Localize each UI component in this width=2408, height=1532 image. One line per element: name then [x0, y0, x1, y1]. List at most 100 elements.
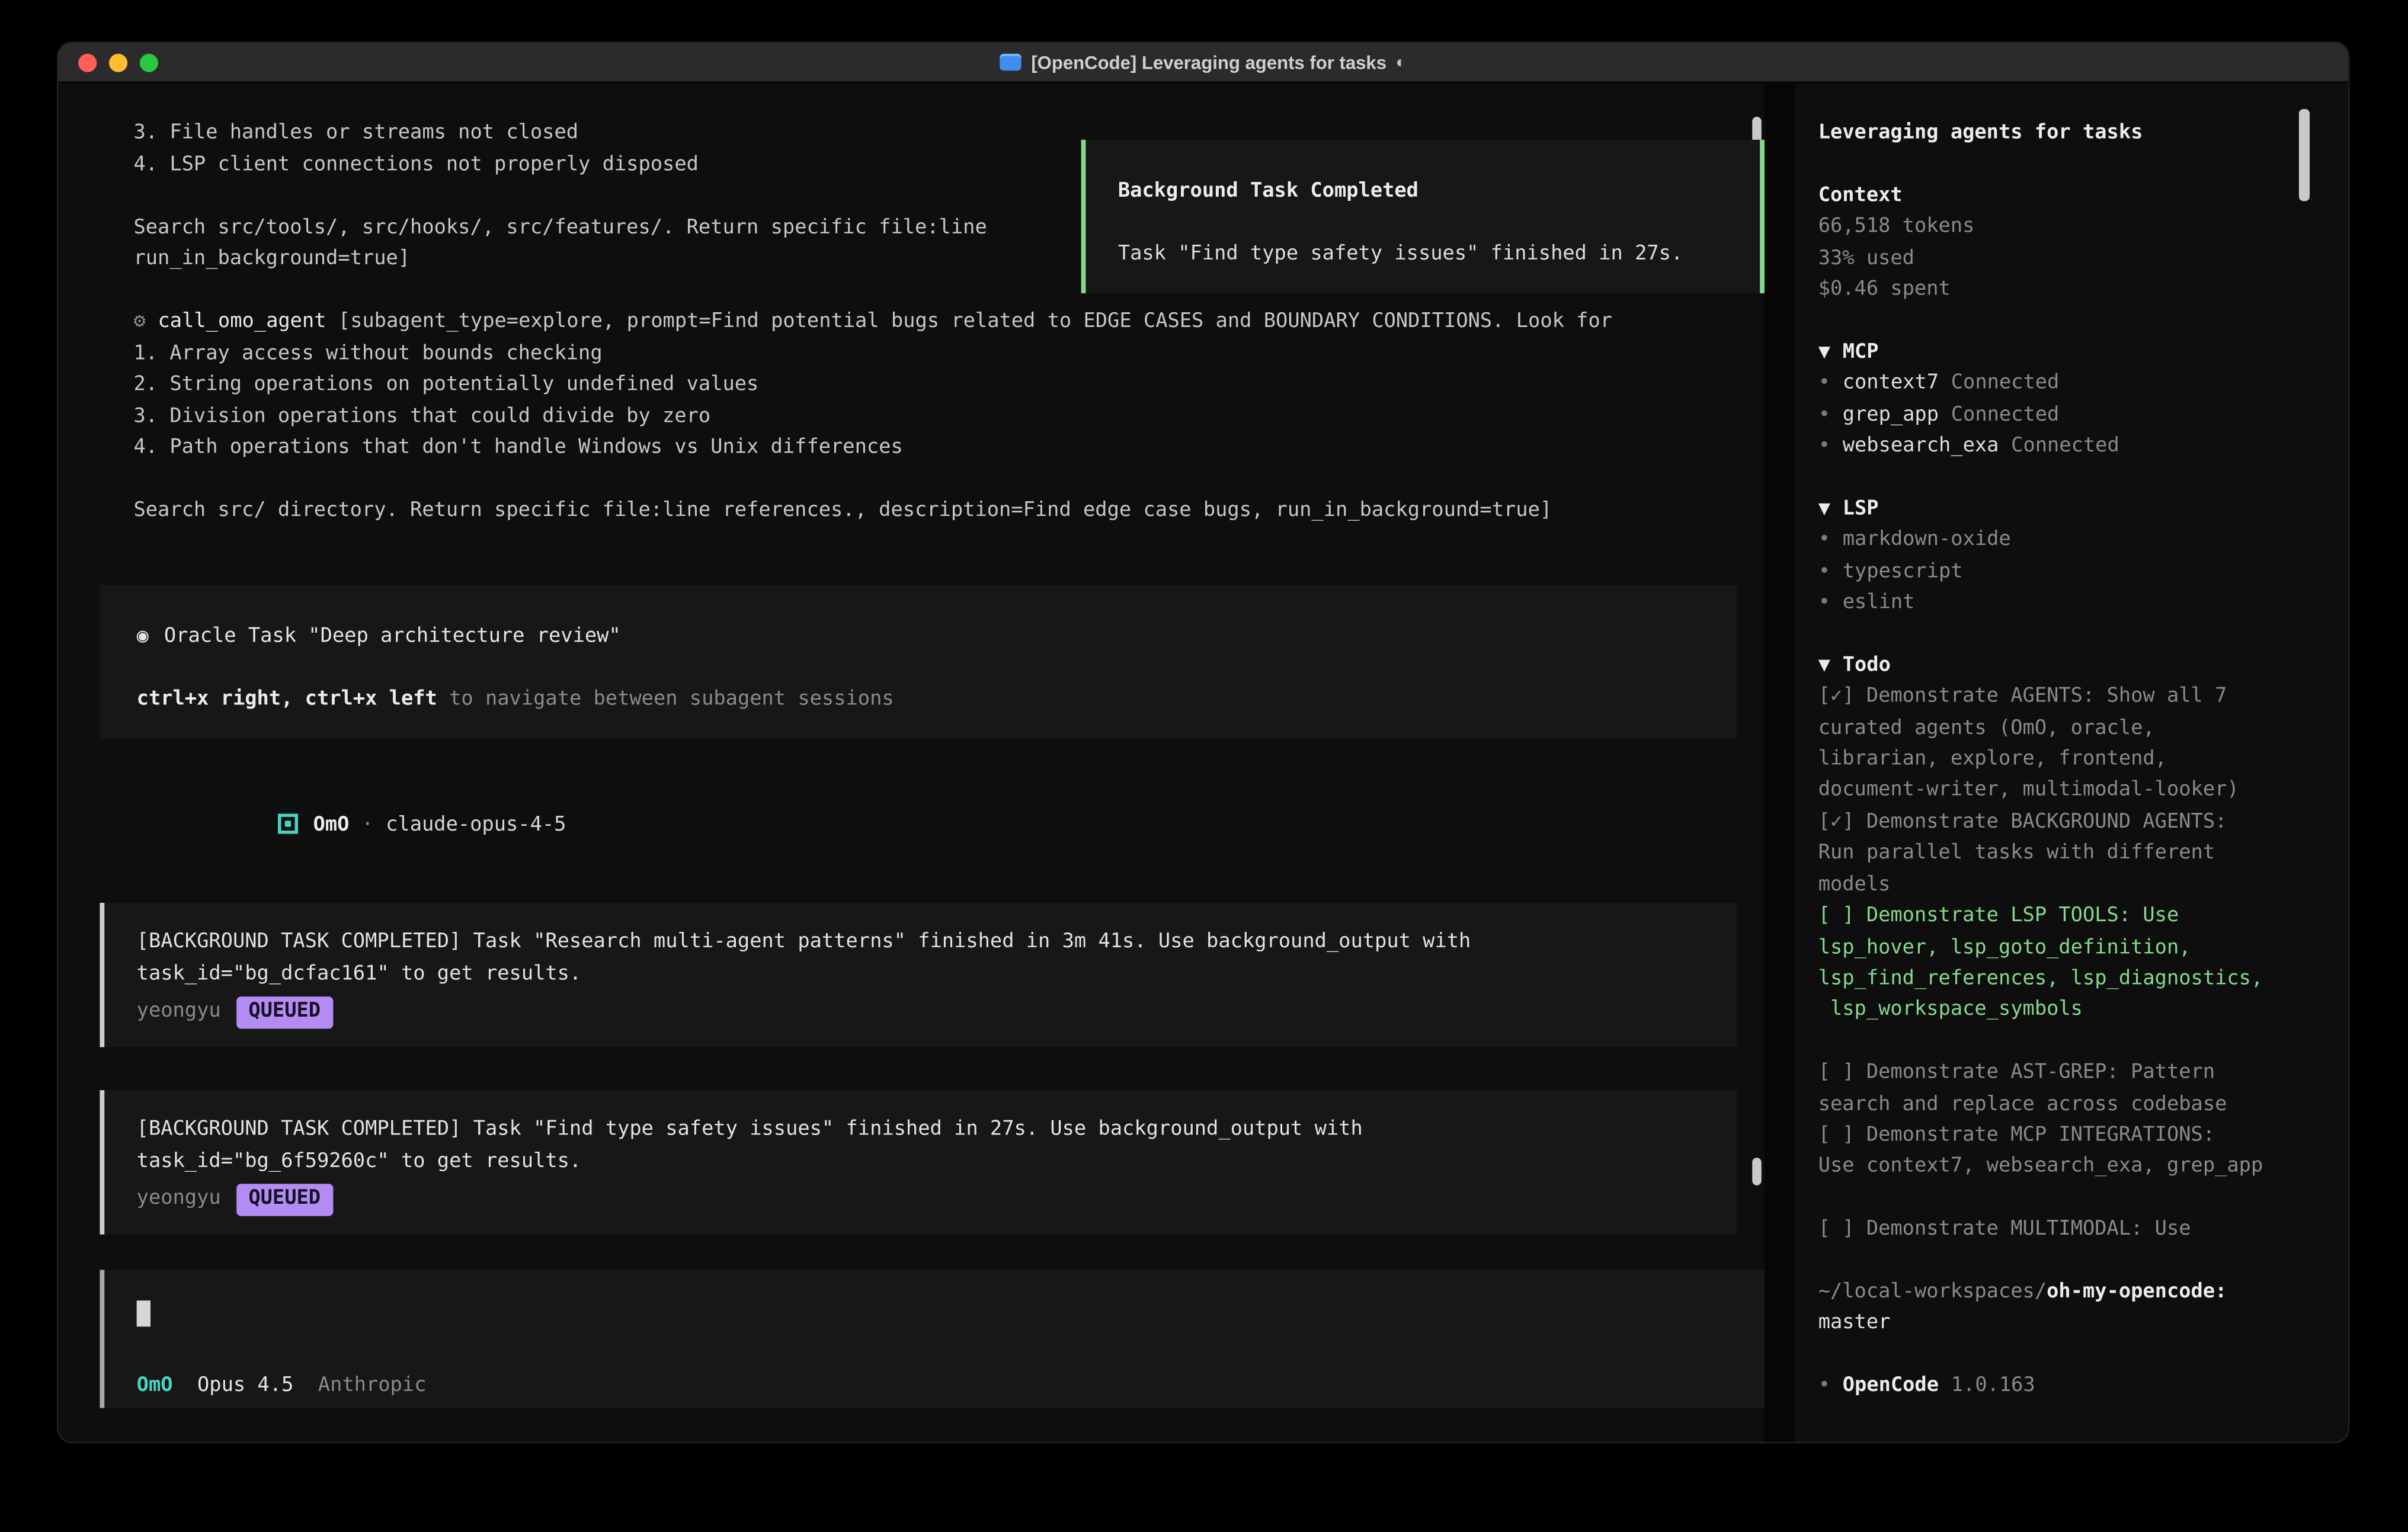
tab-key-label: switch agent: [1397, 1442, 1541, 1444]
context-tokens: 66,518 tokens: [1818, 212, 2328, 243]
lsp-item: • typescript: [1818, 557, 2328, 588]
main-scrollbar-segment[interactable]: [1752, 1158, 1762, 1185]
tool-call-line: ⚙call_omo_agent [subagent_type=explore, …: [133, 307, 1764, 338]
mcp-item-name: grep_app: [1843, 403, 1939, 427]
zoom-window-button[interactable]: [140, 53, 158, 71]
spinner-dots-icon: ••••••••: [106, 1440, 236, 1443]
blank-line: [1818, 1027, 2328, 1058]
mcp-header-label: MCP: [1843, 341, 1879, 364]
lsp-item: •eslint: [1818, 588, 2328, 620]
close-window-button[interactable]: [78, 53, 97, 71]
mcp-item: •grep_appConnected: [1818, 400, 2328, 431]
bullet-icon: •: [1818, 591, 1830, 614]
subagent-nav-hint: ctrl+x right, ctrl+x left to navigate be…: [137, 685, 1700, 716]
text-cursor: [137, 1300, 150, 1326]
mcp-item: •context7Connected: [1818, 369, 2328, 400]
status-bar-right: tabswitch agent ctrl+pcommands: [1349, 1439, 1765, 1444]
context-spent: $0.46 spent: [1818, 275, 2328, 306]
message-text-line: task_id="bg_6f59260c" to get results.: [137, 1146, 1705, 1178]
toast-body: Task "Find type safety issues" finished …: [1118, 239, 1728, 271]
background-task-toast[interactable]: Background Task Completed Task "Find typ…: [1081, 140, 1765, 293]
blank-line: [1818, 149, 2328, 181]
agent-name: OmO: [313, 813, 350, 836]
record-icon: ◉: [137, 625, 149, 648]
toast-title: Background Task Completed: [1118, 177, 1728, 208]
message-author: yeongyu: [137, 999, 221, 1023]
mcp-item-name: websearch_exa: [1843, 435, 1999, 458]
window-title: [OpenCode] Leveraging agents for tasks ◐: [1000, 52, 1405, 73]
todo-item-pending: [ ] Demonstrate MULTIMODAL: Use: [1818, 1214, 2328, 1246]
terminal-app-icon: [1000, 54, 1022, 71]
todo-item-pending: [ ] Demonstrate AST-GREP: Pattern search…: [1818, 1058, 2328, 1121]
bullet-icon: •: [1818, 403, 1830, 427]
bullet-icon: •: [1818, 435, 1830, 458]
workspace-path: ~/local-workspaces/: [1818, 1280, 2047, 1303]
pane-divider: [1765, 83, 1795, 1443]
mcp-item-status: Connected: [2011, 435, 2119, 458]
message-text-line: task_id="bg_dcfac161" to get results.: [137, 959, 1705, 991]
traffic-lights: [78, 53, 158, 71]
workspace-path-line: ~/local-workspaces/oh-my-opencode:: [1818, 1277, 2328, 1309]
gear-icon: ⚙: [133, 310, 145, 334]
status-bar: •••••••• esc interrupt tabswitch agent c…: [106, 1439, 1765, 1444]
blank-line: [1818, 463, 2328, 494]
todo-header-label: Todo: [1843, 654, 1891, 677]
queued-message: [BACKGROUND TASK COMPLETED] Task "Find t…: [100, 1090, 1737, 1235]
context-used: 33% used: [1818, 243, 2328, 275]
chevron-down-icon: ▼: [1818, 497, 1830, 520]
bullet-icon: •: [1818, 1374, 1830, 1398]
todo-item-active: [ ] Demonstrate LSP TOOLS: Use lsp_hover…: [1818, 902, 2328, 1027]
agent-header: OmO·claude-opus-4-5: [133, 778, 1764, 873]
message-text-line: [BACKGROUND TASK COMPLETED] Task "Find t…: [137, 1115, 1705, 1146]
agent-model: claude-opus-4-5: [386, 813, 566, 836]
mcp-section-header[interactable]: ▼ MCP: [1818, 338, 2328, 369]
minimize-window-button[interactable]: [109, 53, 127, 71]
oracle-task-title: Oracle Task "Deep architecture review": [164, 625, 621, 648]
chevron-down-icon: ▼: [1818, 341, 1830, 364]
tool-call-args: [subagent_type=explore, prompt=Find pote…: [326, 310, 1613, 334]
terminal-line: 1. Array access without bounds checking: [133, 338, 1764, 370]
blank-line: [58, 464, 1764, 496]
opencode-version: 1.0.163: [1951, 1374, 2035, 1398]
opencode-window: [OpenCode] Leveraging agents for tasks ◐…: [57, 41, 2350, 1443]
input-model-name: Opus 4.5: [197, 1373, 293, 1396]
lsp-item-name: typescript: [1843, 560, 1963, 583]
input-provider-name: Anthropic: [318, 1373, 427, 1396]
blank-line: [1818, 306, 2328, 338]
bullet-icon: •: [1818, 528, 1830, 552]
message-meta: yeongyuQUEUED: [137, 1184, 1705, 1215]
message-meta: yeongyu QUEUED: [137, 996, 1705, 1028]
mcp-item: • websearch_exa Connected: [1818, 431, 2328, 463]
message-author: yeongyu: [137, 1187, 221, 1210]
lsp-item: • markdown-oxide: [1818, 525, 2328, 557]
todo-section-header[interactable]: ▼ Todo: [1818, 651, 2328, 682]
ctrlp-key-hint: ctrl+p: [1584, 1442, 1656, 1444]
terminal-line: Search src/ directory. Return specific f…: [133, 496, 1764, 527]
queued-status-badge: QUEUED: [236, 996, 333, 1028]
bullet-icon: •: [1818, 560, 1830, 583]
agent-square-icon: [278, 813, 298, 833]
queued-message: [BACKGROUND TASK COMPLETED] Task "Resear…: [100, 903, 1737, 1047]
ctrlp-key-label: commands: [1669, 1442, 1765, 1444]
model-selector-line[interactable]: OmO Opus 4.5 Anthropic: [137, 1370, 1733, 1402]
lsp-header-label: LSP: [1843, 497, 1879, 520]
bullet-icon: •: [1818, 372, 1830, 395]
terminal-line: 3. Division operations that could divide…: [133, 402, 1764, 433]
hint-keys: ctrl+x right, ctrl+x left: [137, 688, 437, 711]
lsp-section-header[interactable]: ▼ LSP: [1818, 494, 2328, 525]
terminal-main-pane[interactable]: 3. File handles or streams not closed 4.…: [58, 83, 1764, 1443]
blank-line: [1818, 620, 2328, 651]
prompt-input[interactable]: OmO Opus 4.5 Anthropic: [100, 1270, 1765, 1408]
blank-line: [1818, 1246, 2328, 1277]
blank-line: [1818, 1340, 2328, 1371]
input-agent-name: OmO: [137, 1373, 173, 1396]
commands-hint-group: ctrl+p commands: [1584, 1439, 1765, 1444]
session-title: Leveraging agents for tasks: [1818, 118, 2328, 150]
opencode-version-line: •OpenCode1.0.163: [1818, 1371, 2328, 1403]
terminal-line: 2. String operations on potentially unde…: [133, 370, 1764, 402]
session-sidebar[interactable]: Leveraging agents for tasks Context 66,5…: [1795, 83, 2350, 1443]
chevron-down-icon: ▼: [1818, 654, 1830, 677]
lsp-item-name: markdown-oxide: [1843, 528, 2011, 552]
todo-item-done: [✓] Demonstrate AGENTS: Show all 7 curat…: [1818, 682, 2328, 807]
sidebar-scrollbar-thumb[interactable]: [2299, 109, 2310, 201]
